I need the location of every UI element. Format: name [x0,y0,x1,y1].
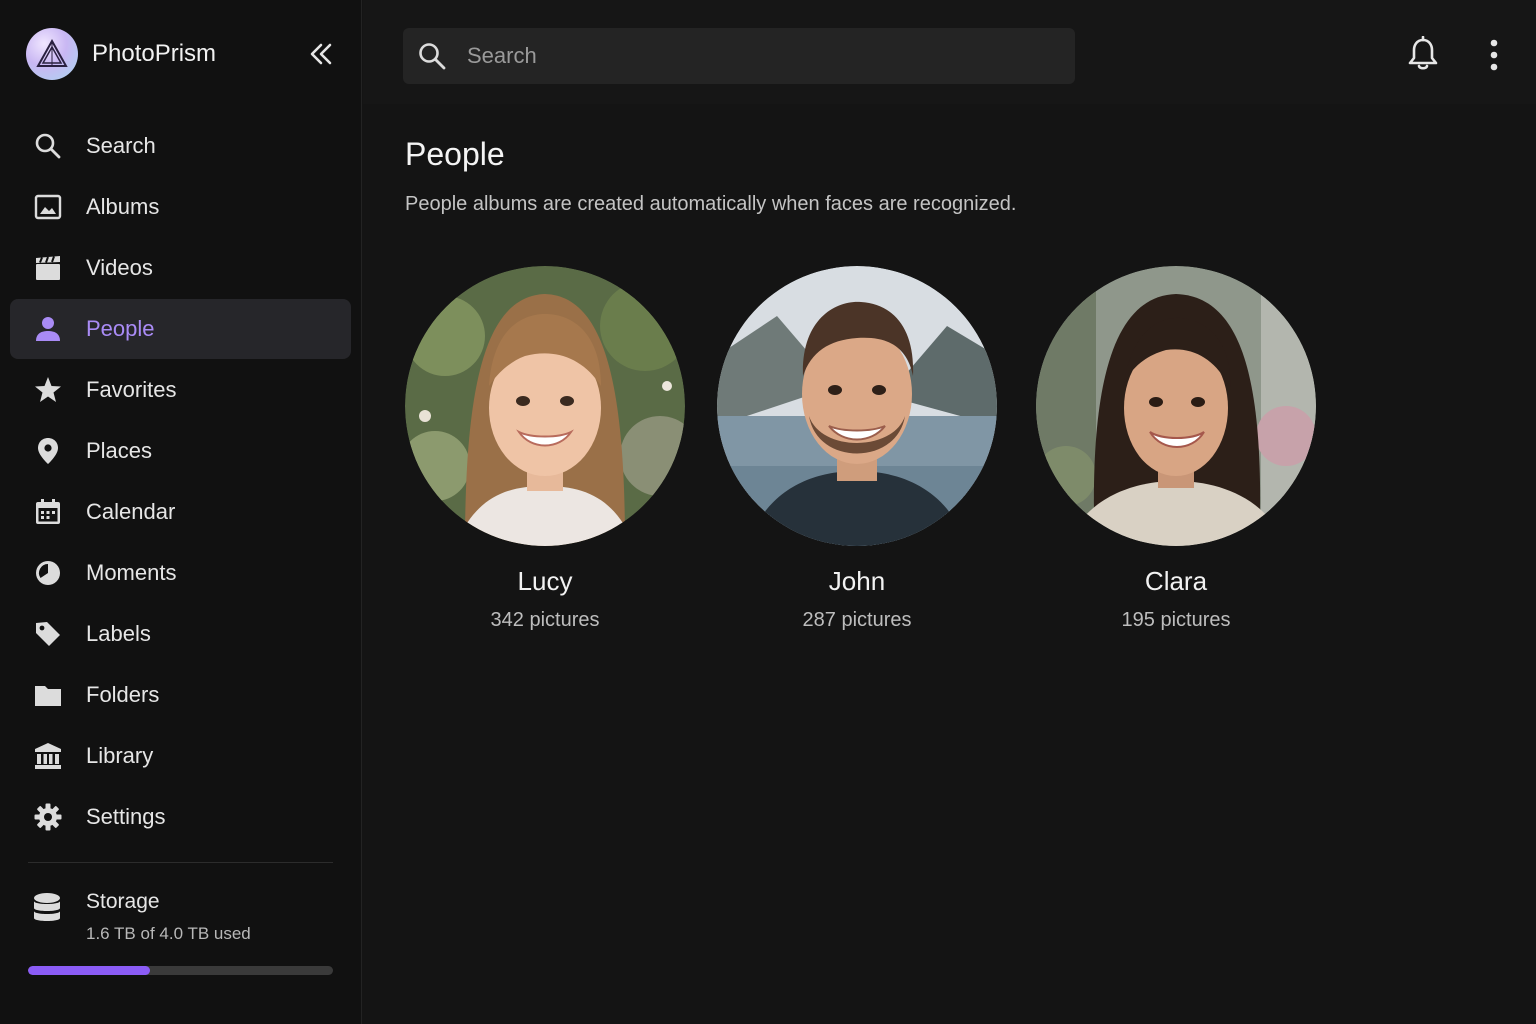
kebab-menu-icon [1490,39,1498,71]
sidebar-item-label: Albums [86,194,160,219]
prism-logo-icon [36,38,68,67]
top-bar [363,0,1536,104]
sidebar-item-videos[interactable]: Videos [10,238,351,298]
search-icon [32,130,64,162]
page-title: People [405,136,505,172]
bell-icon [1408,35,1438,70]
sidebar-divider [28,862,333,863]
avatar[interactable] [405,266,685,546]
person-name: Clara [1144,566,1208,596]
double-chevron-left-icon [310,43,332,65]
sidebar: PhotoPrism Search Albums Videos People F… [0,0,362,1024]
sidebar-item-label: Search [86,133,156,158]
page-subtitle: People albums are created automatically … [405,193,1017,215]
sidebar-item-library[interactable]: Library [10,726,351,786]
collapse-sidebar-button[interactable] [306,39,336,69]
storage-progress-bar [28,966,333,975]
sidebar-item-label: Moments [86,560,177,585]
sidebar-item-label: People [86,316,155,341]
app-logo [26,28,78,80]
person-icon [32,313,64,345]
sidebar-nav: Search Albums Videos People Favorites Pl… [10,116,351,848]
sidebar-item-label: Calendar [86,499,176,524]
sidebar-item-favorites[interactable]: Favorites [10,360,351,420]
sidebar-item-label: Favorites [86,377,177,402]
sidebar-item-label: Labels [86,621,151,646]
tag-icon [32,618,64,650]
sidebar-item-labels[interactable]: Labels [10,604,351,664]
sidebar-item-settings[interactable]: Settings [10,787,351,847]
sidebar-item-label: Places [86,438,153,463]
avatar[interactable] [717,266,997,546]
sidebar-item-moments[interactable]: Moments [10,543,351,603]
search-input[interactable] [467,43,1027,69]
person-name: Lucy [517,566,573,596]
sidebar-item-label: Settings [86,804,166,829]
sidebar-item-people[interactable]: People [10,299,351,359]
person-picture-count: 287 pictures [802,609,912,631]
storage-title: Storage [86,890,160,913]
sidebar-item-label: Folders [86,682,160,707]
sidebar-item-calendar[interactable]: Calendar [10,482,351,542]
map-pin-icon [32,435,64,467]
sidebar-item-label: Videos [86,255,153,280]
person-picture-count: 195 pictures [1121,609,1231,631]
clapperboard-icon [32,252,64,284]
database-icon [32,892,64,928]
sidebar-item-search[interactable]: Search [10,116,351,176]
folder-icon [32,679,64,711]
storage-progress-fill [28,966,150,975]
sidebar-item-albums[interactable]: Albums [10,177,351,237]
person-picture-count: 342 pictures [490,609,600,631]
calendar-icon [32,496,64,528]
storage-usage-text: 1.6 TB of 4.0 TB used [86,924,251,943]
person-card-lucy[interactable]: Lucy 342 pictures [405,266,685,632]
person-card-john[interactable]: John 287 pictures [717,266,997,632]
app-name: PhotoPrism [92,40,217,67]
gear-icon [32,801,64,833]
person-card-clara[interactable]: Clara 195 pictures [1036,266,1316,632]
sidebar-item-places[interactable]: Places [10,421,351,481]
person-name: John [828,566,886,596]
sidebar-item-label: Library [86,743,154,768]
notifications-button[interactable] [1406,35,1440,72]
search-icon [417,41,447,71]
star-icon [32,374,64,406]
pie-icon [32,557,64,589]
image-icon [32,191,64,223]
avatar[interactable] [1036,266,1316,546]
sidebar-item-folders[interactable]: Folders [10,665,351,725]
search-bar[interactable] [403,28,1075,84]
brand: PhotoPrism [26,27,338,81]
library-icon [32,740,64,772]
more-menu-button[interactable] [1486,38,1502,72]
